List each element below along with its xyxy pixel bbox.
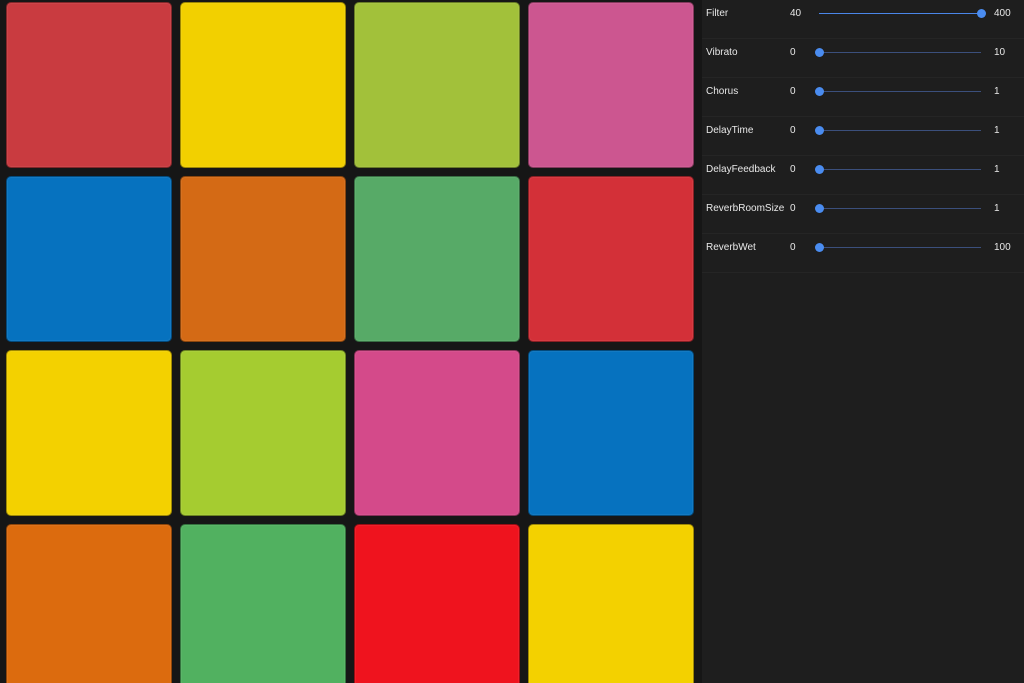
- control-min-value: 0: [790, 242, 796, 253]
- control-row: ReverbRoomSize 0 1: [702, 195, 1024, 234]
- slider-thumb[interactable]: [976, 9, 986, 18]
- control-label: Chorus: [706, 86, 739, 97]
- control-min-value: 0: [790, 125, 796, 136]
- control-min-value: 0: [790, 203, 796, 214]
- pad-5[interactable]: [6, 176, 172, 342]
- control-min-value: 0: [790, 86, 796, 97]
- pad-1[interactable]: [6, 2, 172, 168]
- pad-10[interactable]: [180, 350, 346, 516]
- slider-thumb[interactable]: [814, 48, 824, 57]
- control-row: DelayFeedback 0 1: [702, 156, 1024, 195]
- control-slider[interactable]: [814, 87, 981, 96]
- control-slider[interactable]: [814, 48, 981, 57]
- pad-4[interactable]: [528, 2, 694, 168]
- pad-8[interactable]: [528, 176, 694, 342]
- pad-11[interactable]: [354, 350, 520, 516]
- control-max-value: 400: [994, 8, 1011, 19]
- control-label: Filter: [706, 8, 729, 19]
- control-slider[interactable]: [814, 243, 981, 252]
- pad-6[interactable]: [180, 176, 346, 342]
- control-min-value: 0: [790, 47, 796, 58]
- control-label: ReverbWet: [706, 242, 756, 253]
- control-slider[interactable]: [814, 204, 981, 213]
- slider-thumb[interactable]: [814, 165, 824, 174]
- control-max-value: 10: [994, 47, 1006, 58]
- control-label: DelayTime: [706, 125, 754, 136]
- synth-app: Filter 40 400 Vibrato 0 10 Chorus 0 1 DelayTime 0 1…: [0, 0, 1024, 683]
- control-slider[interactable]: [814, 126, 981, 135]
- control-min-value: 40: [790, 8, 802, 19]
- pad-12[interactable]: [528, 350, 694, 516]
- pad-7[interactable]: [354, 176, 520, 342]
- control-row: Vibrato 0 10: [702, 39, 1024, 78]
- control-slider[interactable]: [814, 165, 981, 174]
- control-row: DelayTime 0 1: [702, 117, 1024, 156]
- pad-13[interactable]: [6, 524, 172, 683]
- control-label: Vibrato: [706, 47, 738, 58]
- control-row: ReverbWet 0 100: [702, 234, 1024, 273]
- slider-thumb[interactable]: [814, 126, 824, 135]
- control-row: Chorus 0 1: [702, 78, 1024, 117]
- control-max-value: 100: [994, 242, 1011, 253]
- control-max-value: 1: [994, 86, 1000, 97]
- pad-15[interactable]: [354, 524, 520, 683]
- pad-2[interactable]: [180, 2, 346, 168]
- pad-14[interactable]: [180, 524, 346, 683]
- pad-3[interactable]: [354, 2, 520, 168]
- slider-fill: [819, 13, 981, 14]
- slider-thumb[interactable]: [814, 87, 824, 96]
- effects-panel: Filter 40 400 Vibrato 0 10 Chorus 0 1 DelayTime 0 1…: [702, 0, 1024, 683]
- control-min-value: 0: [790, 164, 796, 175]
- control-label: DelayFeedback: [706, 164, 776, 175]
- control-max-value: 1: [994, 164, 1000, 175]
- slider-thumb[interactable]: [814, 243, 824, 252]
- control-max-value: 1: [994, 203, 1000, 214]
- control-slider[interactable]: [819, 9, 986, 18]
- pad-9[interactable]: [6, 350, 172, 516]
- control-max-value: 1: [994, 125, 1000, 136]
- control-label: ReverbRoomSize: [706, 203, 785, 214]
- pad-grid: [0, 0, 702, 683]
- pad-16[interactable]: [528, 524, 694, 683]
- control-row: Filter 40 400: [702, 0, 1024, 39]
- slider-thumb[interactable]: [814, 204, 824, 213]
